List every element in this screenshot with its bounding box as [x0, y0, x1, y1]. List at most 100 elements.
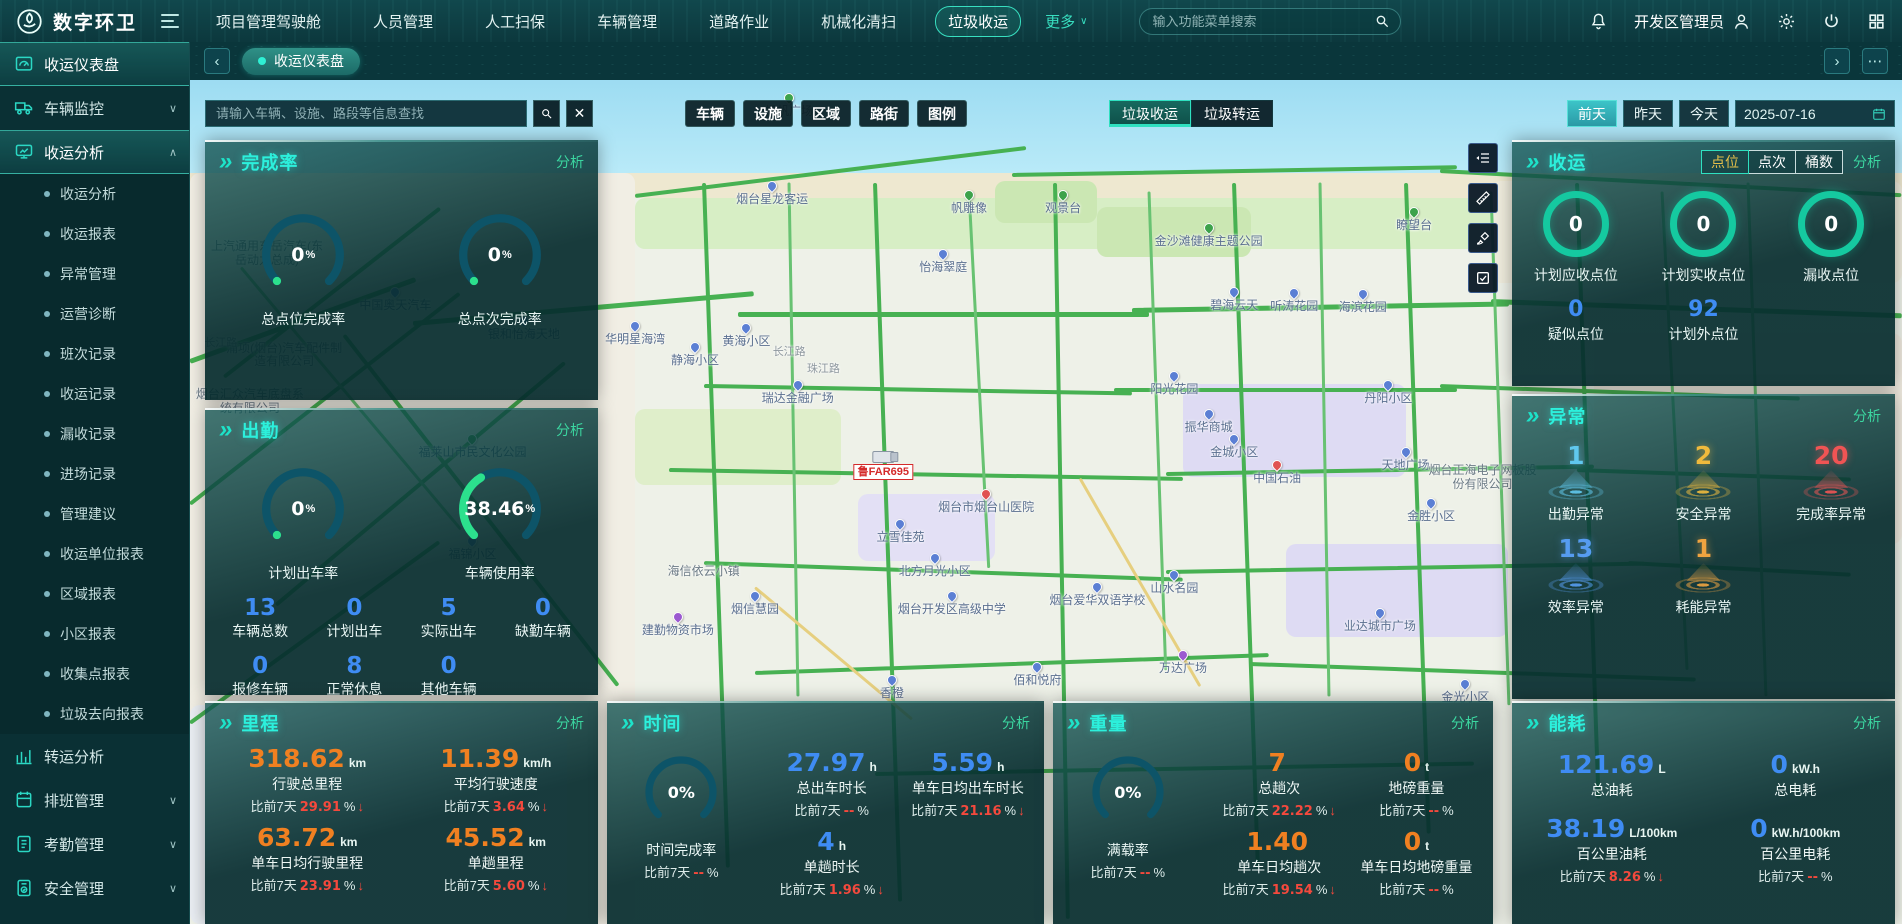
- top-nav-item[interactable]: 垃圾收运: [935, 6, 1021, 37]
- map-pin-icon: [1381, 378, 1395, 392]
- map-mode-button[interactable]: 垃圾收运: [1109, 100, 1191, 127]
- panel-chevron-icon: [219, 421, 232, 439]
- apps-grid-icon[interactable]: [1867, 12, 1886, 31]
- map-filter-button[interactable]: 图例: [917, 100, 967, 127]
- map-label-text: 丹阳小区: [1364, 392, 1412, 406]
- map-label-text: 金胜小区: [1407, 510, 1455, 524]
- nav-search-input[interactable]: [1150, 13, 1374, 30]
- tab-dashboard[interactable]: 收运仪表盘: [242, 48, 360, 75]
- ring-stat: 0 漏收点位: [1767, 191, 1895, 285]
- collection-tab[interactable]: 点位: [1701, 150, 1749, 174]
- top-nav-item[interactable]: 项目管理驾驶舱: [203, 6, 334, 37]
- sidebar-item-label: 转运分析: [44, 746, 104, 767]
- map-mode-button[interactable]: 垃圾转运: [1191, 100, 1273, 127]
- sidebar-item[interactable]: 小区报表: [0, 614, 189, 654]
- metric: 4h 单趟时长 比前7天1.96%↓: [764, 827, 900, 898]
- sidebar-item[interactable]: 管理建议: [0, 494, 189, 534]
- top-nav-item[interactable]: 机械化清扫: [808, 6, 909, 37]
- map-search-input[interactable]: [205, 100, 527, 127]
- map-filter-button[interactable]: 区域: [801, 100, 851, 127]
- sidebar-item[interactable]: 异常管理: [0, 254, 189, 294]
- date-picker[interactable]: 2025-07-16: [1735, 100, 1895, 127]
- map-pin-icon: [1176, 648, 1190, 662]
- menu-toggle-icon[interactable]: [161, 14, 179, 28]
- collection-tab[interactable]: 桶数: [1795, 150, 1843, 174]
- top-nav-more[interactable]: 更多 ∨: [1045, 11, 1087, 32]
- sidebar-item[interactable]: 安全管理 ∨: [0, 866, 189, 910]
- sidebar-item[interactable]: 垃圾去向报表: [0, 694, 189, 734]
- collection-tab[interactable]: 点次: [1748, 150, 1796, 174]
- tab-scroll-right-button[interactable]: ›: [1824, 48, 1850, 74]
- sidebar-item[interactable]: 区域报表: [0, 574, 189, 614]
- sidebar-item[interactable]: 收运仪表盘: [0, 42, 189, 86]
- map-label-text: 观景台: [1045, 202, 1081, 216]
- sidebar-item[interactable]: 车辆监控 ∨: [0, 86, 189, 130]
- map-pin-icon: [1407, 205, 1421, 219]
- sidebar-item-label: 运营诊断: [60, 304, 116, 324]
- sidebar-item[interactable]: 中转站管理 ∨: [0, 910, 189, 924]
- sidebar-item[interactable]: 收集点报表: [0, 654, 189, 694]
- map-label-text: 怡海翠庭: [919, 261, 967, 275]
- sidebar-item[interactable]: 漏收记录: [0, 414, 189, 454]
- map-tools: [1468, 143, 1498, 293]
- date-quick-button[interactable]: 今天: [1679, 100, 1729, 127]
- date-quick-button[interactable]: 前天: [1567, 100, 1617, 127]
- map-label: 北方月光小区: [899, 553, 971, 579]
- tab-scroll-left-button[interactable]: ‹: [204, 48, 230, 74]
- layer-list-tool-button[interactable]: [1468, 143, 1498, 173]
- sidebar-item[interactable]: 收运记录: [0, 374, 189, 414]
- analysis-link[interactable]: 分析: [556, 152, 584, 172]
- map-label: 烟台开发区高级中学: [898, 591, 1006, 617]
- sidebar-item[interactable]: 考勤管理 ∨: [0, 822, 189, 866]
- power-logout-icon[interactable]: [1822, 12, 1841, 31]
- panel-title: 完成率: [241, 149, 298, 175]
- analysis-link[interactable]: 分析: [1853, 713, 1881, 733]
- top-nav-item[interactable]: 人员管理: [360, 6, 446, 37]
- nav-search[interactable]: [1139, 8, 1401, 35]
- bullet-icon: [44, 511, 50, 517]
- clear-tool-button[interactable]: [1468, 223, 1498, 253]
- date-quick-button[interactable]: 昨天: [1623, 100, 1673, 127]
- sidebar-item[interactable]: 排班管理 ∨: [0, 778, 189, 822]
- map-pin-icon: [1398, 445, 1412, 459]
- map-filter-button[interactable]: 路街: [859, 100, 909, 127]
- anomaly-item: 20 完成率异常: [1767, 441, 1895, 524]
- user-menu[interactable]: 开发区管理员: [1634, 11, 1751, 32]
- analysis-link[interactable]: 分析: [1853, 406, 1881, 426]
- select-tool-button[interactable]: [1468, 263, 1498, 293]
- top-nav-item[interactable]: 道路作业: [696, 6, 782, 37]
- map-label: 丹阳小区: [1364, 380, 1412, 406]
- checkbox-icon: [1475, 269, 1491, 287]
- sidebar-item[interactable]: 运营诊断: [0, 294, 189, 334]
- top-nav-item[interactable]: 车辆管理: [584, 6, 670, 37]
- analysis-link[interactable]: 分析: [1451, 713, 1479, 733]
- measure-tool-button[interactable]: [1468, 183, 1498, 213]
- top-nav-item[interactable]: 人工扫保: [472, 6, 558, 37]
- bullet-icon: [44, 711, 50, 717]
- map-label-text: 静海小区: [671, 354, 719, 368]
- analysis-link[interactable]: 分析: [556, 713, 584, 733]
- vehicle-marker[interactable]: 鲁FAR695: [854, 451, 913, 480]
- map-label: 山水名园: [1150, 570, 1198, 596]
- sidebar-item[interactable]: 收运报表: [0, 214, 189, 254]
- analysis-link[interactable]: 分析: [1002, 713, 1030, 733]
- map-filter-button[interactable]: 车辆: [685, 100, 735, 127]
- sidebar-item[interactable]: 进场记录: [0, 454, 189, 494]
- app-title: 数字环卫: [53, 8, 137, 35]
- sidebar-item[interactable]: 收运分析: [0, 174, 189, 214]
- map-search-clear-button[interactable]: ✕: [566, 100, 593, 127]
- metric: 38.19L/100km 百公里油耗 比前7天8.26%↓: [1520, 814, 1704, 885]
- map-filter-button[interactable]: 设施: [743, 100, 793, 127]
- sidebar-item-label: 收运报表: [60, 224, 116, 244]
- analysis-link[interactable]: 分析: [1853, 152, 1881, 172]
- sidebar-item[interactable]: 收运分析 ∧: [0, 130, 189, 174]
- sidebar-item[interactable]: 收运单位报表: [0, 534, 189, 574]
- notifications-icon[interactable]: [1589, 12, 1608, 31]
- analysis-link[interactable]: 分析: [556, 420, 584, 440]
- map-search-button[interactable]: [533, 100, 560, 127]
- extra-stat: 0疑似点位: [1512, 297, 1640, 344]
- sidebar-item[interactable]: 班次记录: [0, 334, 189, 374]
- tab-more-button[interactable]: ⋯: [1862, 48, 1888, 74]
- settings-gear-icon[interactable]: [1777, 12, 1796, 31]
- sidebar-item[interactable]: 转运分析: [0, 734, 189, 778]
